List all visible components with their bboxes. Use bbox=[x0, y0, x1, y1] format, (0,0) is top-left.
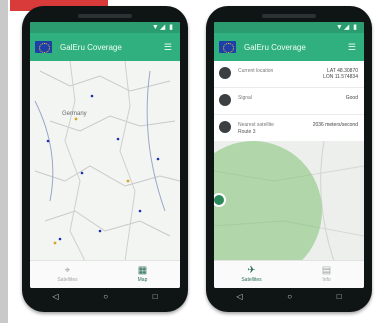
bottom-navigation: ⌖ Satellites ▦ Map bbox=[30, 260, 180, 288]
menu-icon[interactable]: ☰ bbox=[348, 42, 356, 53]
status-bar: ▼◢ ▮ bbox=[30, 22, 180, 33]
home-icon[interactable]: ○ bbox=[103, 293, 108, 301]
map-country-label: Germany bbox=[62, 111, 87, 117]
system-nav-bar: ◁ ○ □ bbox=[214, 290, 364, 304]
status-bar: ▼◢ ▮ bbox=[214, 22, 364, 33]
home-icon[interactable]: ○ bbox=[287, 293, 292, 301]
row-value: Good bbox=[345, 95, 358, 101]
nav-label: Satellites bbox=[57, 277, 78, 283]
list-item-satellite[interactable]: Nearest satellite Route 3 2036 meters/se… bbox=[214, 115, 364, 142]
app-bar: GalEru Coverage ☰ bbox=[30, 33, 180, 61]
row-value: 2036 meters/second bbox=[312, 122, 358, 128]
back-icon[interactable]: ◁ bbox=[52, 293, 58, 301]
nav-tab-satellites[interactable]: ✈ Satellites bbox=[214, 261, 289, 288]
back-icon[interactable]: ◁ bbox=[236, 293, 242, 301]
map-borders bbox=[34, 61, 180, 261]
system-nav-bar: ◁ ○ □ bbox=[30, 290, 180, 304]
phone-right: ▼◢ ▮ GalEru Coverage ☰ Current location … bbox=[206, 6, 372, 312]
status-icons: ▼◢ ▮ bbox=[151, 24, 174, 31]
nav-tab-satellites[interactable]: ⌖ Satellites bbox=[30, 261, 105, 288]
nav-tab-map[interactable]: ▦ Map bbox=[105, 261, 180, 288]
menu-icon[interactable]: ☰ bbox=[164, 42, 172, 53]
map-icon: ▦ bbox=[137, 265, 148, 276]
row-value: LAT 48.30870 LON 11.574834 bbox=[323, 68, 358, 80]
phone-screen-map: ▼◢ ▮ GalEru Coverage ☰ Germany ⌖ Satelli… bbox=[30, 22, 180, 288]
map-view[interactable]: Germany bbox=[30, 61, 180, 261]
eu-flag-icon bbox=[35, 41, 52, 53]
app-bar: GalEru Coverage ☰ bbox=[214, 33, 364, 61]
app-title: GalEru Coverage bbox=[60, 42, 122, 52]
signal-icon bbox=[219, 94, 231, 106]
phone-left: ▼◢ ▮ GalEru Coverage ☰ Germany ⌖ Satelli… bbox=[22, 6, 188, 312]
status-icons: ▼◢ ▮ bbox=[335, 24, 358, 31]
nav-label: Map bbox=[137, 277, 148, 283]
row-label: Signal bbox=[238, 95, 252, 101]
nav-tab-info[interactable]: ▤ Info bbox=[289, 261, 364, 288]
row-sublabel: Route 3 bbox=[238, 129, 256, 135]
nav-label: Satellites bbox=[241, 277, 262, 283]
satellite-icon: ✈ bbox=[247, 265, 256, 276]
coverage-map[interactable] bbox=[214, 141, 364, 281]
location-icon bbox=[219, 67, 231, 79]
map-pin-icon: ⌖ bbox=[64, 265, 71, 276]
recent-apps-icon[interactable]: □ bbox=[153, 293, 158, 301]
nav-label: Info bbox=[322, 277, 331, 283]
list-item-location[interactable]: Current location LAT 48.30870 LON 11.574… bbox=[214, 61, 364, 88]
bottom-navigation: ✈ Satellites ▤ Info bbox=[214, 260, 364, 288]
recent-apps-icon[interactable]: □ bbox=[337, 293, 342, 301]
background-strip bbox=[0, 0, 8, 323]
info-list: Current location LAT 48.30870 LON 11.574… bbox=[214, 61, 364, 142]
phone-speaker bbox=[78, 14, 132, 18]
row-label: Current location bbox=[238, 68, 274, 74]
phone-screen-details: ▼◢ ▮ GalEru Coverage ☰ Current location … bbox=[214, 22, 364, 288]
row-label: Nearest satellite bbox=[238, 122, 274, 128]
list-item-signal[interactable]: Signal Good bbox=[214, 88, 364, 115]
eu-flag-icon bbox=[219, 41, 236, 53]
app-title: GalEru Coverage bbox=[244, 42, 306, 52]
satellite-icon bbox=[219, 121, 231, 133]
grid-icon: ▤ bbox=[321, 265, 332, 276]
phone-speaker bbox=[262, 14, 316, 18]
